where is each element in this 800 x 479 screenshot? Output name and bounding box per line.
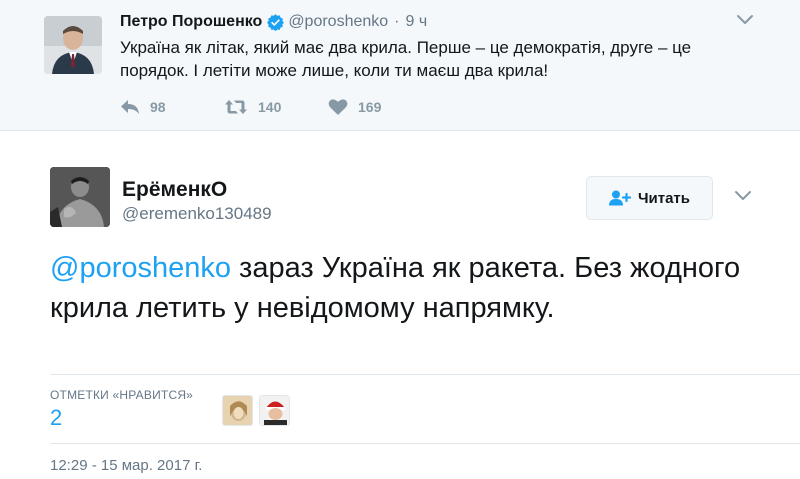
like-button[interactable]: 169 <box>328 98 381 116</box>
add-user-icon <box>608 190 631 206</box>
avatar[interactable] <box>50 167 110 227</box>
divider <box>50 374 800 375</box>
retweet-count: 140 <box>258 99 282 115</box>
tweet-actions: 98 140 169 <box>120 96 381 118</box>
reply-button[interactable]: 98 <box>120 99 224 115</box>
parent-tweet[interactable]: Петро Порошенко @poroshenko · 9 ч Україн… <box>0 0 800 131</box>
verified-badge-icon <box>267 13 285 31</box>
chevron-down-icon[interactable] <box>734 190 752 202</box>
parent-tweet-header: Петро Порошенко @poroshenko · 9 ч <box>120 13 427 31</box>
tweet-timestamp[interactable]: 12:29 - 15 мар. 2017 г. <box>50 457 202 474</box>
follow-label: Читать <box>637 189 691 207</box>
follow-button[interactable]: Читать <box>586 176 713 220</box>
retweet-button[interactable]: 140 <box>224 99 328 115</box>
mention-link[interactable]: @poroshenko <box>50 252 231 284</box>
likes-label: ОТМЕТКИ «НРАВИТСЯ» <box>50 388 194 402</box>
avatar[interactable] <box>44 16 102 74</box>
author-name[interactable]: ЕрёменкО <box>122 178 227 202</box>
author-handle[interactable]: @eremenko130489 <box>122 204 272 224</box>
author-handle[interactable]: @poroshenko <box>288 13 388 31</box>
tweet-time[interactable]: 9 ч <box>406 13 428 31</box>
chevron-down-icon[interactable] <box>736 14 754 26</box>
likes-count[interactable]: 2 <box>50 405 62 431</box>
reply-count: 98 <box>150 99 166 115</box>
avatar[interactable] <box>259 395 290 426</box>
author-name[interactable]: Петро Порошенко <box>120 13 262 31</box>
parent-tweet-text: Україна як літак, який має два крила. Пе… <box>120 38 692 80</box>
divider <box>50 443 800 444</box>
avatar[interactable] <box>222 395 253 426</box>
retweet-icon <box>225 100 247 114</box>
likers-avatars <box>222 395 296 426</box>
tweet-text: @poroshenko зараз Україна як ракета. Без… <box>50 248 750 328</box>
separator-dot: · <box>394 13 400 30</box>
heart-icon <box>328 99 348 115</box>
like-count: 169 <box>358 99 382 115</box>
reply-icon <box>121 100 139 114</box>
